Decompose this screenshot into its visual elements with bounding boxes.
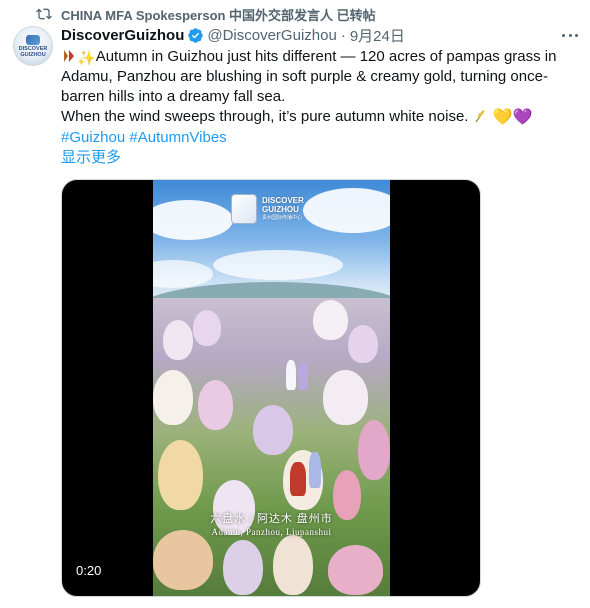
caption-en: Adamu, Panzhou, Liupanshui — [211, 527, 332, 537]
avatar[interactable]: DISCOVER GUIZHOU — [13, 26, 53, 66]
video-player[interactable]: DISCOVER GUIZHOU 贵州国际传播中心 六盘水 | 阿达木 盘州市 … — [61, 179, 481, 597]
post-paragraph-1: ✨Autumn in Guizhou just hits different —… — [61, 47, 576, 107]
more-options-icon[interactable] — [559, 27, 581, 43]
brand-badge-icon — [231, 194, 257, 224]
brand-line-2: GUIZHOU — [262, 204, 299, 214]
video-frame[interactable]: DISCOVER GUIZHOU 贵州国际传播中心 六盘水 | 阿达木 盘州市 … — [153, 180, 390, 596]
post-date[interactable]: 9月24日 — [350, 25, 405, 46]
post-paragraph-2: When the wind sweeps through, it’s pure … — [61, 107, 576, 128]
wheat-icon — [473, 109, 489, 123]
show-more-link[interactable]: 显示更多 — [61, 149, 121, 166]
caption-cn: 六盘水 | 阿达木 盘州市 — [210, 513, 333, 525]
sparkle-icon: ✨ — [77, 50, 96, 67]
brand-sub: 贵州国际传播中心 — [262, 214, 303, 221]
post-line-2: When the wind sweeps through, it’s pure … — [61, 108, 473, 125]
header-separator: · — [340, 26, 346, 44]
brand-line-1: DISCOVER — [262, 195, 304, 205]
repost-indicator[interactable]: CHINA MFA Spokesperson 中国外交部发言人 已转帖 — [36, 5, 376, 23]
repost-label: CHINA MFA Spokesperson 中国外交部发言人 已转帖 — [61, 7, 376, 23]
author-handle[interactable]: @DiscoverGuizhou — [207, 27, 336, 44]
hashtag-autumnvibes[interactable]: #AutumnVibes — [129, 129, 226, 146]
video-brand-logo: DISCOVER GUIZHOU 贵州国际传播中心 — [231, 194, 304, 224]
purple-heart-icon: 💜 — [512, 109, 533, 126]
hashtags: #Guizhou #AutumnVibes — [61, 128, 576, 148]
post-line-1: Autumn in Guizhou just hits different — … — [61, 48, 557, 105]
video-caption: 六盘水 | 阿达木 盘州市 Adamu, Panzhou, Liupanshui — [153, 510, 390, 537]
video-timer: 0:20 — [76, 563, 102, 578]
avatar-logo-mark — [26, 34, 40, 45]
post-header: DiscoverGuizhou @DiscoverGuizhou · 9月24日 — [61, 25, 405, 45]
maple-leaf-icon — [61, 49, 77, 63]
yellow-heart-icon: 💛 — [492, 109, 513, 126]
hashtag-guizhou[interactable]: #Guizhou — [61, 129, 125, 146]
verified-badge-icon[interactable] — [187, 27, 204, 44]
author-name[interactable]: DiscoverGuizhou — [61, 27, 184, 44]
repost-icon — [36, 6, 52, 22]
post-text: ✨Autumn in Guizhou just hits different —… — [61, 47, 576, 168]
avatar-logo-text: DISCOVER GUIZHOU — [18, 45, 48, 58]
